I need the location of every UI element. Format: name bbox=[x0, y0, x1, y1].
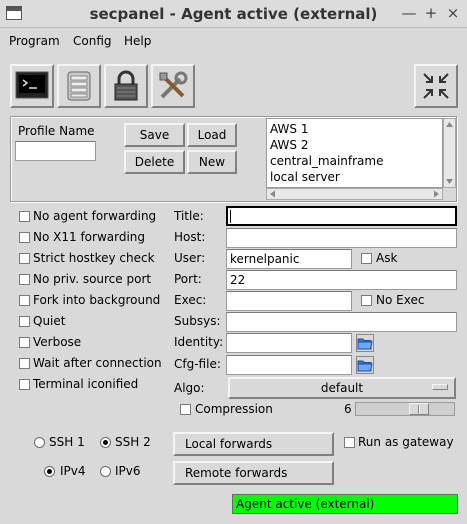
ssh1-label: SSH 1 bbox=[49, 435, 85, 449]
save-button[interactable]: Save bbox=[124, 123, 185, 147]
profile-name-input[interactable] bbox=[15, 141, 96, 161]
user-label: User: bbox=[174, 251, 206, 265]
collapse-icon bbox=[423, 73, 449, 99]
window-title: secpanel - Agent active (external) bbox=[89, 5, 378, 23]
title-label: Title: bbox=[174, 209, 204, 223]
algo-label: Algo: bbox=[174, 381, 205, 395]
menu-help[interactable]: Help bbox=[124, 29, 151, 53]
compression-label: Compression bbox=[195, 402, 273, 416]
ipv6-radio[interactable] bbox=[100, 466, 111, 477]
ssh1-radio[interactable] bbox=[34, 437, 45, 448]
menu-bar bbox=[0, 29, 467, 53]
remote-forwards-button[interactable]: Remote forwards bbox=[173, 461, 334, 485]
no-x11-forwarding-checkbox[interactable] bbox=[19, 232, 30, 243]
exec-input[interactable] bbox=[226, 291, 352, 311]
tools-icon bbox=[159, 71, 188, 99]
menu-config[interactable]: Config bbox=[73, 29, 112, 53]
profile-name-label: Profile Name bbox=[18, 124, 95, 138]
compression-level-value: 6 bbox=[344, 402, 352, 416]
host-input[interactable] bbox=[226, 228, 457, 248]
no-agent-forwarding-checkbox[interactable] bbox=[19, 211, 30, 222]
strict-hostkey-check-label: Strict hostkey check bbox=[33, 251, 155, 265]
no-agent-forwarding-label: No agent forwarding bbox=[33, 209, 157, 223]
quiet-checkbox[interactable] bbox=[19, 316, 30, 327]
run-as-gateway-checkbox[interactable] bbox=[344, 437, 355, 448]
compression-checkbox[interactable] bbox=[180, 404, 191, 415]
verbose-checkbox[interactable] bbox=[19, 337, 30, 348]
ask-label: Ask bbox=[376, 251, 398, 265]
ssh2-label: SSH 2 bbox=[115, 435, 151, 449]
menu-program[interactable]: Program bbox=[9, 29, 60, 53]
wait-after-connection-checkbox[interactable] bbox=[19, 358, 30, 369]
identity-folder-icon[interactable] bbox=[356, 334, 374, 352]
profile-list-vscrollbar[interactable] bbox=[443, 118, 456, 188]
padlock-icon bbox=[114, 70, 138, 101]
load-button[interactable]: Load bbox=[187, 123, 237, 147]
list-item[interactable]: local server bbox=[270, 169, 340, 185]
profile-list[interactable]: AWS 1 AWS 2 central_mainframe local serv… bbox=[266, 118, 443, 188]
algo-menubutton[interactable]: default bbox=[228, 377, 456, 399]
terminal-iconified-checkbox[interactable] bbox=[19, 379, 30, 390]
agent-button[interactable] bbox=[104, 64, 148, 108]
profile-list-hscrollbar[interactable] bbox=[266, 188, 443, 200]
ssh2-radio[interactable] bbox=[100, 437, 111, 448]
port-input[interactable]: 22 bbox=[226, 270, 457, 290]
cfg-file-label: Cfg-file: bbox=[174, 357, 221, 371]
compression-slider-thumb[interactable] bbox=[409, 403, 429, 415]
ask-checkbox[interactable] bbox=[361, 253, 372, 264]
subsys-input[interactable] bbox=[226, 312, 457, 332]
terminal-button[interactable] bbox=[10, 64, 54, 108]
no-x11-forwarding-label: No X11 forwarding bbox=[33, 230, 146, 244]
maximize-button[interactable]: + bbox=[422, 4, 440, 22]
agent-status-bar: Agent active (external) bbox=[232, 494, 458, 514]
cfg-file-input[interactable] bbox=[226, 355, 352, 375]
local-forwards-button[interactable]: Local forwards bbox=[173, 432, 334, 456]
no-priv-source-port-checkbox[interactable] bbox=[19, 274, 30, 285]
no-exec-checkbox[interactable] bbox=[361, 295, 372, 306]
config-button[interactable] bbox=[151, 64, 195, 108]
close-button[interactable]: × bbox=[444, 4, 462, 22]
terminal-icon bbox=[15, 71, 49, 99]
collapse-button[interactable] bbox=[414, 64, 458, 108]
ipv6-label: IPv6 bbox=[115, 464, 141, 478]
user-input[interactable]: kernelpanic bbox=[226, 249, 352, 269]
list-item[interactable]: central_mainframe bbox=[270, 153, 383, 169]
quiet-label: Quiet bbox=[33, 314, 66, 328]
new-button[interactable]: New bbox=[187, 150, 237, 174]
verbose-label: Verbose bbox=[33, 335, 82, 349]
port-label: Port: bbox=[174, 272, 202, 286]
cfg-file-folder-icon[interactable] bbox=[356, 356, 374, 374]
wait-after-connection-label: Wait after connection bbox=[33, 356, 162, 370]
list-item[interactable]: AWS 1 bbox=[270, 121, 308, 137]
keys-button[interactable] bbox=[57, 64, 101, 108]
no-exec-label: No Exec bbox=[376, 293, 425, 307]
run-as-gateway-label: Run as gateway bbox=[358, 435, 454, 449]
identity-input[interactable] bbox=[226, 333, 352, 353]
fork-into-background-label: Fork into background bbox=[33, 293, 161, 307]
subsys-label: Subsys: bbox=[174, 314, 221, 328]
delete-button[interactable]: Delete bbox=[124, 150, 185, 174]
title-input[interactable] bbox=[226, 206, 457, 226]
list-item[interactable]: AWS 2 bbox=[270, 137, 308, 153]
terminal-iconified-label: Terminal iconified bbox=[33, 377, 139, 391]
document-stack-icon bbox=[67, 71, 91, 101]
strict-hostkey-check-checkbox[interactable] bbox=[19, 253, 30, 264]
exec-label: Exec: bbox=[174, 293, 207, 307]
host-label: Host: bbox=[174, 230, 206, 244]
minimize-button[interactable]: — bbox=[400, 4, 418, 22]
ipv4-radio[interactable] bbox=[44, 466, 55, 477]
compression-slider[interactable] bbox=[355, 402, 455, 416]
no-priv-source-port-label: No priv. source port bbox=[33, 272, 152, 286]
algo-menu-indicator bbox=[432, 384, 448, 390]
identity-label: Identity: bbox=[174, 335, 224, 349]
fork-into-background-checkbox[interactable] bbox=[19, 295, 30, 306]
ipv4-label: IPv4 bbox=[60, 464, 86, 478]
